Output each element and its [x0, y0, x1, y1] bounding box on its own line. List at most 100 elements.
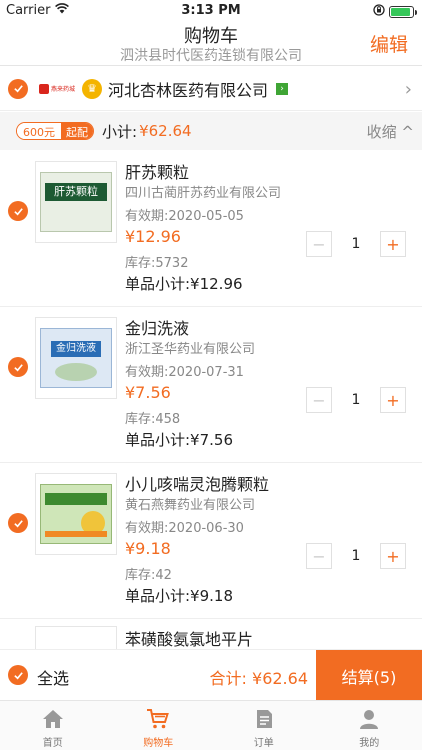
shop-logo-mark — [38, 83, 49, 94]
product-name: 小儿咳喘灵泡腾颗粒 — [125, 475, 270, 494]
product-box-band — [45, 493, 107, 505]
cart-total: 合计: ¥62.64 — [209, 669, 308, 688]
item-checkbox[interactable] — [8, 513, 28, 533]
tab-label: 购物车 — [143, 738, 174, 749]
product-name: 肝苏颗粒 — [125, 163, 190, 182]
quantity-stepper: − 1 + — [306, 231, 406, 257]
status-right — [373, 4, 417, 20]
product-name: 苯磺酸氨氯地平片 — [125, 630, 254, 649]
order-icon — [256, 710, 272, 728]
tab-profile[interactable]: 我的 — [317, 701, 422, 750]
decrease-button[interactable]: − — [306, 387, 332, 413]
product-expiry: 有效期:2020-05-05 — [125, 209, 244, 224]
subtotal-row: 600元 起配 小计: ¥62.64 收缩 ^ — [0, 112, 422, 150]
product-image[interactable] — [35, 626, 117, 650]
product-stock: 库存:458 — [125, 412, 181, 427]
shop-logo: 燕来药城 — [38, 79, 76, 99]
collapse-button[interactable]: 收缩 ^ — [367, 121, 414, 142]
select-all-checkbox[interactable] — [8, 665, 28, 685]
min-order-badge: 600元 起配 — [16, 122, 94, 140]
decrease-button[interactable]: − — [306, 231, 332, 257]
tab-label: 订单 — [253, 738, 274, 749]
checkmark-icon — [13, 363, 23, 371]
checkout-bar: 全选 合计: ¥62.64 结算(5) — [0, 649, 422, 701]
item-checkbox[interactable] — [8, 201, 28, 221]
product-line-total: 单品小计:¥9.18 — [125, 587, 233, 605]
shop-checkbox[interactable] — [8, 78, 28, 99]
min-amount: 600元 — [17, 123, 61, 139]
tab-orders[interactable]: 订单 — [211, 701, 317, 750]
quantity-value[interactable]: 1 — [332, 548, 380, 564]
product-price: ¥7.56 — [125, 383, 171, 402]
product-price: ¥9.18 — [125, 539, 171, 558]
checkmark-icon — [13, 519, 23, 527]
product-stock: 库存:5732 — [125, 256, 189, 271]
chevron-up-icon: ^ — [401, 123, 414, 141]
page-subtitle: 泗洪县时代医药连锁有限公司 — [120, 48, 302, 64]
shop-logo-text: 燕来药城 — [50, 86, 75, 93]
tab-home[interactable]: 首页 — [0, 701, 106, 750]
quantity-value[interactable]: 1 — [332, 392, 380, 408]
product-image[interactable]: 肝苏颗粒 — [35, 161, 117, 243]
checkmark-icon — [13, 85, 23, 93]
checkmark-icon — [13, 671, 23, 679]
battery-icon — [389, 6, 417, 18]
product-box-label: 肝苏颗粒 — [45, 183, 107, 201]
tab-label: 我的 — [359, 738, 380, 749]
quantity-stepper: − 1 + — [306, 387, 406, 413]
increase-button[interactable]: + — [380, 231, 406, 257]
product-box-graphic — [55, 363, 97, 381]
product-box-stripe — [45, 531, 107, 537]
product-maker: 浙江圣华药业有限公司 — [125, 342, 256, 357]
product-box-label: 金归洗液 — [51, 341, 101, 357]
edit-button[interactable]: 编辑 — [370, 30, 408, 57]
nav-bar: 购物车 泗洪县时代医药连锁有限公司 编辑 — [0, 22, 422, 66]
collapse-label: 收缩 — [366, 123, 397, 141]
shop-name: 河北杏林医药有限公司 — [108, 80, 269, 100]
item-checkbox[interactable] — [8, 357, 28, 377]
battery-fill — [391, 8, 410, 16]
product-image[interactable]: 金归洗液 — [35, 317, 117, 399]
cart-item: 金归洗液 金归洗液 浙江圣华药业有限公司 有效期:2020-07-31 ¥7.5… — [0, 307, 422, 463]
checkout-button[interactable]: 结算(5) — [316, 650, 422, 701]
min-tag: 起配 — [61, 123, 93, 139]
increase-button[interactable]: + — [380, 387, 406, 413]
product-expiry: 有效期:2020-06-30 — [125, 521, 244, 536]
status-bar: Carrier 3:13 PM — [0, 0, 422, 22]
decrease-button[interactable]: − — [306, 543, 332, 569]
shop-row[interactable]: 燕来药城 ♛ 河北杏林医药有限公司 › › — [0, 67, 422, 111]
select-all-label[interactable]: 全选 — [37, 665, 69, 689]
status-time: 3:13 PM — [181, 3, 241, 18]
quantity-value[interactable]: 1 — [332, 236, 380, 252]
product-name: 金归洗液 — [125, 319, 190, 338]
product-box — [40, 484, 112, 544]
tab-bar: 首页 购物车 订单 我的 — [0, 700, 422, 750]
product-expiry: 有效期:2020-07-31 — [125, 365, 244, 380]
product-maker: 四川古蔺肝苏药业有限公司 — [125, 186, 282, 201]
cart-item: 小儿咳喘灵泡腾颗粒 黄石燕舞药业有限公司 有效期:2020-06-30 ¥9.1… — [0, 463, 422, 619]
shop-badge-icon: › — [276, 82, 289, 95]
subtotal-label: 小计: — [102, 122, 138, 141]
checkmark-icon — [13, 207, 23, 215]
cart-item: 肝苏颗粒 肝苏颗粒 四川古蔺肝苏药业有限公司 有效期:2020-05-05 ¥1… — [0, 151, 422, 307]
product-image[interactable] — [35, 473, 117, 555]
product-box: 金归洗液 — [40, 328, 112, 388]
product-line-total: 单品小计:¥12.96 — [125, 275, 243, 293]
tab-label: 首页 — [42, 738, 63, 749]
tab-cart[interactable]: 购物车 — [106, 701, 212, 750]
crown-icon: ♛ — [82, 78, 102, 99]
chevron-right-icon[interactable]: › — [405, 79, 412, 100]
cart-icon — [147, 709, 170, 729]
product-line-total: 单品小计:¥7.56 — [125, 431, 233, 449]
quantity-stepper: − 1 + — [306, 543, 406, 569]
product-stock: 库存:42 — [125, 568, 172, 583]
profile-icon — [360, 710, 379, 729]
increase-button[interactable]: + — [380, 543, 406, 569]
product-maker: 黄石燕舞药业有限公司 — [125, 498, 256, 513]
cart-item-partial: 苯磺酸氨氯地平片 — [0, 620, 422, 650]
product-price: ¥12.96 — [125, 227, 181, 246]
rotation-lock-icon — [373, 4, 385, 20]
product-box: 肝苏颗粒 — [40, 172, 112, 232]
subtotal-value: ¥62.64 — [139, 122, 192, 140]
home-icon — [42, 710, 63, 728]
